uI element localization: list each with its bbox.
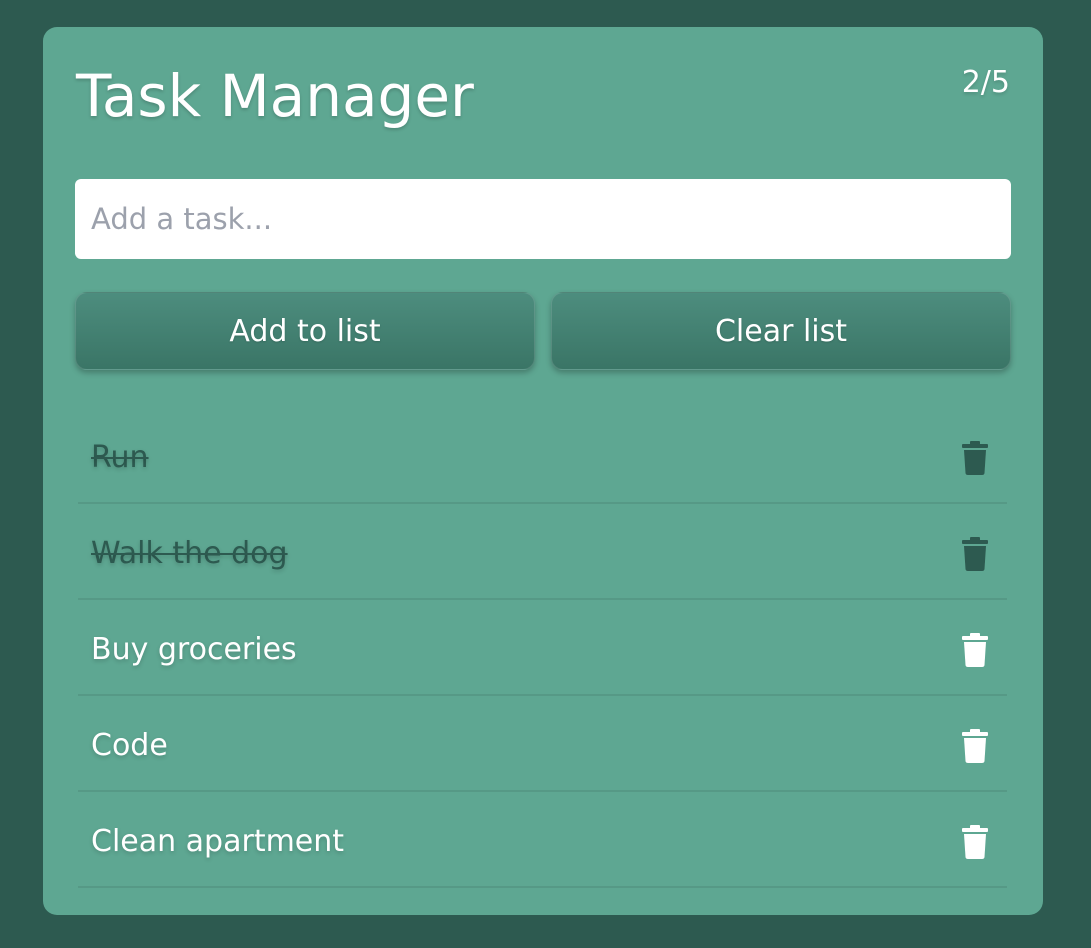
task-item[interactable]: Buy groceries (78, 602, 1007, 696)
task-label[interactable]: Buy groceries (91, 630, 297, 670)
add-to-list-button[interactable]: Add to list (75, 292, 535, 370)
task-label[interactable]: Code (91, 726, 168, 766)
trash-icon[interactable] (960, 537, 990, 571)
trash-icon[interactable] (960, 441, 990, 475)
task-item[interactable]: Code (78, 698, 1007, 792)
task-manager-card: Task Manager 2/5 Add to list Clear list … (43, 27, 1043, 915)
task-item[interactable]: Clean apartment (78, 794, 1007, 888)
task-label[interactable]: Clean apartment (91, 822, 344, 862)
task-item[interactable]: Walk the dog (78, 506, 1007, 600)
task-list: Run Walk the dog Buy groceries Code Clea… (78, 410, 1007, 890)
clear-list-button[interactable]: Clear list (551, 292, 1011, 370)
task-input[interactable] (75, 179, 1011, 259)
trash-icon[interactable] (960, 729, 990, 763)
completion-counter: 2/5 (961, 65, 1010, 100)
task-label[interactable]: Walk the dog (91, 534, 288, 574)
trash-icon[interactable] (960, 825, 990, 859)
app-title: Task Manager (76, 62, 474, 130)
task-label[interactable]: Run (91, 438, 149, 478)
trash-icon[interactable] (960, 633, 990, 667)
task-item[interactable]: Run (78, 410, 1007, 504)
